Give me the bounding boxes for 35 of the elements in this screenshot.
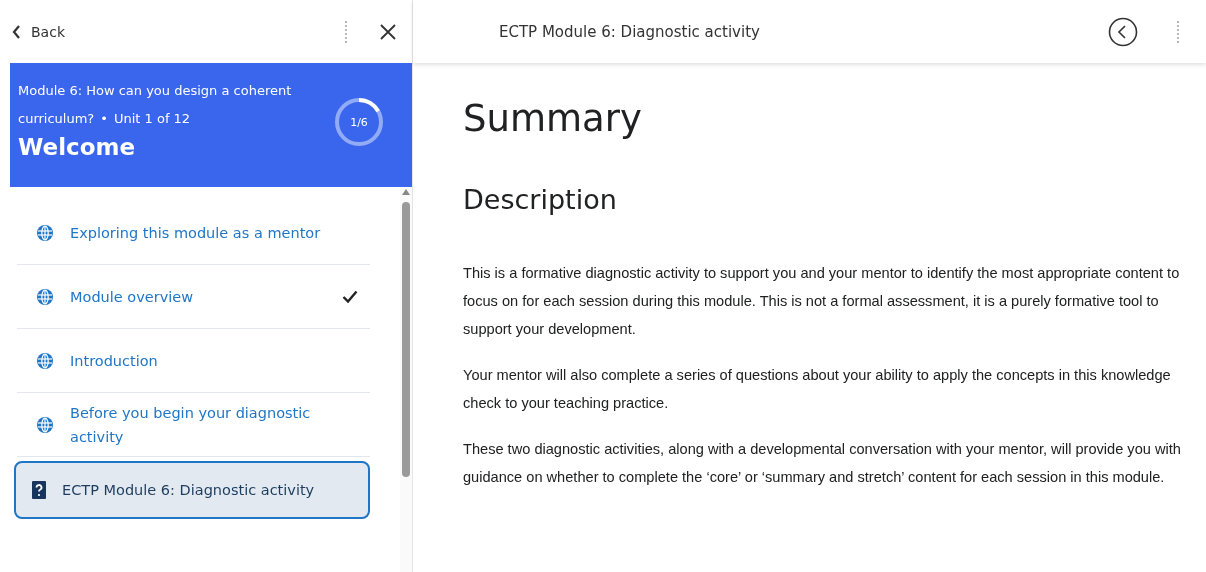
- more-icon: [1176, 20, 1180, 43]
- page-title: ECTP Module 6: Diagnostic activity: [499, 22, 761, 41]
- more-icon: [344, 20, 348, 43]
- scroll-up-icon: [402, 189, 410, 195]
- description-paragraph: Your mentor will also complete a series of questions about your ability to apply the concepts in this knowledge check to your teaching practice.: [463, 366, 1172, 413]
- close-icon: [380, 23, 396, 40]
- lesson-title: Before you begin your diagnostic activity: [70, 403, 312, 447]
- progress-ring: [334, 97, 384, 147]
- progress-label: 1/6: [350, 115, 368, 129]
- summary-heading: Summary: [463, 97, 643, 140]
- scrollbar[interactable]: [400, 187, 412, 572]
- lesson-title: ECTP Module 6: Diagnostic activity: [62, 481, 316, 500]
- lesson-item[interactable]: Module overview: [17, 265, 370, 329]
- description-heading: Description: [463, 184, 618, 215]
- globe-icon: [36, 287, 54, 306]
- lesson-title: Exploring this module as a mentor: [70, 223, 322, 243]
- unit-title: Welcome: [18, 133, 137, 161]
- checkmark-icon: [342, 290, 358, 303]
- question-icon: [32, 481, 46, 499]
- chevron-left-icon: [12, 24, 21, 39]
- lesson-item[interactable]: Before you begin your diagnostic activity: [17, 393, 370, 457]
- lesson-title: Module overview: [70, 287, 195, 307]
- lesson-item[interactable]: ECTP Module 6: Diagnostic activity: [14, 461, 370, 519]
- globe-icon: [36, 223, 54, 242]
- description-paragraph: These two diagnostic activities, along with a developmental conversation with your mentor, will provide you with guidance on whether to complete the ‘core’ or ‘summary and stretch’ content for each session in this module.: [463, 440, 1182, 487]
- lesson-title: Introduction: [70, 351, 159, 371]
- lesson-item[interactable]: Introduction: [17, 329, 370, 393]
- scrollbar-thumb[interactable]: [402, 202, 410, 477]
- globe-icon: [36, 415, 54, 434]
- description-paragraph: This is a formative diagnostic activity to support you and your mentor to identify the most appropriate content to focus on for each session during this module. This is not a formal assessment, it is a purely formative tool to support your development.: [463, 264, 1181, 339]
- back-button[interactable]: Back: [12, 23, 65, 40]
- chevron-left-circle-icon: [1108, 16, 1138, 47]
- globe-icon: [36, 351, 54, 370]
- lesson-item[interactable]: Exploring this module as a mentor: [17, 201, 370, 265]
- module-subtitle: Module 6: How can you design a coherent curriculum? • Unit 1 of 12: [18, 82, 293, 128]
